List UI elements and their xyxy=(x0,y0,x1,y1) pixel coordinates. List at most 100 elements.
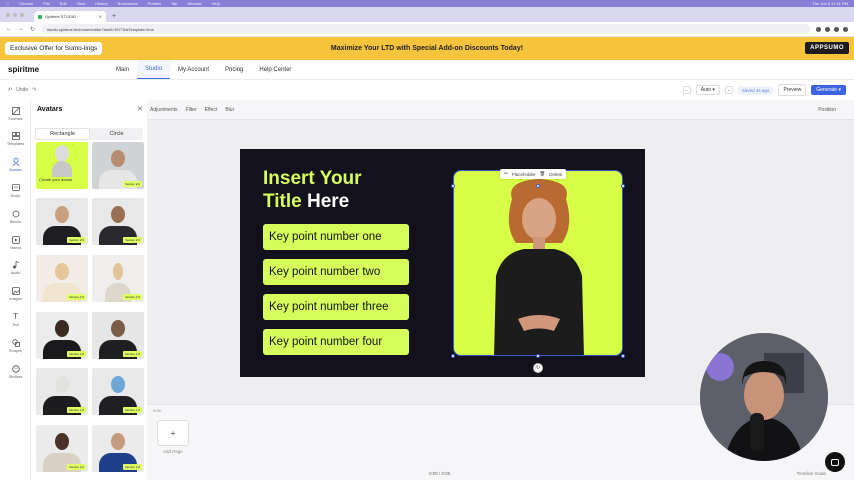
nav-studio[interactable]: Studio xyxy=(137,60,171,79)
new-tab-icon[interactable]: + xyxy=(112,13,116,20)
placeholder-button[interactable]: Placeholder xyxy=(512,172,536,177)
menu-help[interactable]: Help xyxy=(212,1,220,6)
menu-tab[interactable]: Tab xyxy=(171,1,177,6)
menu-bookmarks[interactable]: Bookmarks xyxy=(118,1,138,6)
avatar-tile[interactable]: Version 2.0 xyxy=(92,142,144,189)
close-window-icon[interactable] xyxy=(6,13,10,17)
undo-redo: ↶ Undo ↷ xyxy=(8,87,36,93)
resize-handle[interactable] xyxy=(536,354,540,358)
minimize-window-icon[interactable] xyxy=(13,13,17,17)
rail-blocks[interactable]: Blocks xyxy=(0,209,31,224)
menu-window[interactable]: Window xyxy=(187,1,201,6)
nav-help-center[interactable]: Help Center xyxy=(251,60,299,79)
menu-edit[interactable]: Edit xyxy=(60,1,67,6)
avatar-tile[interactable]: Version 2.0 xyxy=(36,312,88,359)
forward-icon[interactable]: → xyxy=(18,26,24,32)
preview-button[interactable]: Preview xyxy=(778,84,807,96)
slide-title[interactable]: Insert Your Title Here xyxy=(263,167,423,213)
zoom-out-icon[interactable]: − xyxy=(682,86,691,94)
rail-shapes[interactable]: Shapes xyxy=(0,338,31,353)
position-button[interactable]: Position xyxy=(818,107,836,113)
zoom-in-icon[interactable]: + xyxy=(724,86,733,94)
avatar-tile[interactable]: Version 2.0 xyxy=(92,425,144,472)
close-icon[interactable]: ✕ xyxy=(137,105,143,113)
redo-icon[interactable]: ↷ xyxy=(32,87,36,93)
nav-main[interactable]: Main xyxy=(108,60,137,79)
avatar-tile[interactable]: Version 2.0 xyxy=(36,198,88,245)
close-tab-icon[interactable]: ✕ xyxy=(99,14,102,19)
avatar-tile[interactable]: Version 2.0 xyxy=(92,255,144,302)
avatar-tile[interactable]: Version 2.0 xyxy=(92,312,144,359)
extension-icon[interactable] xyxy=(834,26,839,32)
rail-images[interactable]: Images xyxy=(0,286,31,301)
tab-circle[interactable]: Circle xyxy=(90,128,143,140)
key-point-2[interactable]: Key point number two xyxy=(263,259,409,285)
appsumo-logo[interactable]: APPSUMO xyxy=(805,42,849,54)
resize-handle[interactable] xyxy=(451,184,455,188)
rail-videos[interactable]: Videos xyxy=(0,235,31,250)
rail-text[interactable]: T Text xyxy=(0,312,31,327)
statue-head xyxy=(55,145,69,162)
rail-formats[interactable]: Formats xyxy=(0,106,31,121)
plus-icon: + xyxy=(170,428,176,438)
zoom-select[interactable]: Auto ▾ xyxy=(695,85,720,95)
menu-view[interactable]: View xyxy=(77,1,86,6)
timeline-scale[interactable]: Timeline Scale xyxy=(797,471,826,476)
avatar-tile[interactable]: Version 2.0 xyxy=(92,198,144,245)
resize-handle[interactable] xyxy=(621,184,625,188)
profile-icon[interactable] xyxy=(843,26,848,32)
rail-templates[interactable]: Templates xyxy=(0,131,31,146)
extension-icon[interactable] xyxy=(816,26,821,32)
rail-avatars[interactable]: Avatars xyxy=(0,157,31,172)
blur-button[interactable]: Blur xyxy=(225,107,234,113)
add-page-button[interactable]: + xyxy=(157,420,189,446)
effect-button[interactable]: Effect xyxy=(205,107,218,113)
create-avatar-tile[interactable]: Create your avatar xyxy=(36,142,88,189)
resize-handle[interactable] xyxy=(536,184,540,188)
reload-icon[interactable]: ↻ xyxy=(30,26,35,33)
menu-file[interactable]: File xyxy=(43,1,49,6)
menu-chrome[interactable]: Chrome xyxy=(19,1,33,6)
avatar-head xyxy=(111,433,125,450)
menu-profiles[interactable]: Profiles xyxy=(148,1,161,6)
undo-icon[interactable]: ↶ xyxy=(8,87,12,93)
rail-stickers[interactable]: Stickers xyxy=(0,364,31,379)
add-page-label: Add Page xyxy=(163,449,183,454)
avatar-tile[interactable]: Version 2.0 xyxy=(92,368,144,415)
back-icon[interactable]: ← xyxy=(6,26,12,32)
spiritme-logo[interactable]: spiritme xyxy=(8,65,108,74)
maximize-window-icon[interactable] xyxy=(20,13,24,17)
delete-button[interactable]: Delete xyxy=(549,172,562,177)
key-point-3[interactable]: Key point number three xyxy=(263,294,409,320)
nav-my-account[interactable]: My Account xyxy=(170,60,217,79)
extension-icon[interactable] xyxy=(825,26,830,32)
url-field[interactable]: studio.spiritme.tech/user/editor?draft=3… xyxy=(41,24,810,34)
key-point-4[interactable]: Key point number four xyxy=(263,329,409,355)
nav-pricing[interactable]: Pricing xyxy=(217,60,251,79)
avatar-image-placeholder[interactable] xyxy=(453,170,623,356)
rail-audio[interactable]: Audio xyxy=(0,260,31,275)
apple-icon[interactable]:  xyxy=(6,1,9,6)
adjustments-button[interactable]: Adjustments xyxy=(150,107,178,113)
resize-handle[interactable] xyxy=(451,354,455,358)
tab-rectangle[interactable]: Rectangle xyxy=(35,128,90,140)
browser-tab[interactable]: Spiritme STUDIO ✕ xyxy=(34,11,106,22)
presenter-figure xyxy=(700,333,828,461)
avatar-tile[interactable]: Version 2.0 xyxy=(36,255,88,302)
rail-script[interactable]: Script xyxy=(0,183,31,198)
panel-title: Avatars xyxy=(37,106,63,113)
avatar-figure xyxy=(494,179,584,355)
promo-text[interactable]: Maximize Your LTD with Special Add-on Di… xyxy=(0,45,854,52)
key-point-1[interactable]: Key point number one xyxy=(263,224,409,250)
resize-handle[interactable] xyxy=(621,354,625,358)
chat-widget-button[interactable] xyxy=(825,452,845,472)
menu-history[interactable]: History xyxy=(95,1,107,6)
filter-button[interactable]: Filter xyxy=(186,107,197,113)
undo-button[interactable]: Undo xyxy=(16,87,28,93)
generate-label: Generate xyxy=(816,87,838,93)
avatar-tile[interactable]: Version 2.0 xyxy=(36,425,88,472)
rotate-icon[interactable]: ↻ xyxy=(533,363,543,373)
generate-button[interactable]: Generate ▾ xyxy=(811,85,846,95)
avatar-tile[interactable]: Version 2.0 xyxy=(36,368,88,415)
exclusive-offer-button[interactable]: Exclusive Offer for Sumo-lings xyxy=(5,42,103,55)
